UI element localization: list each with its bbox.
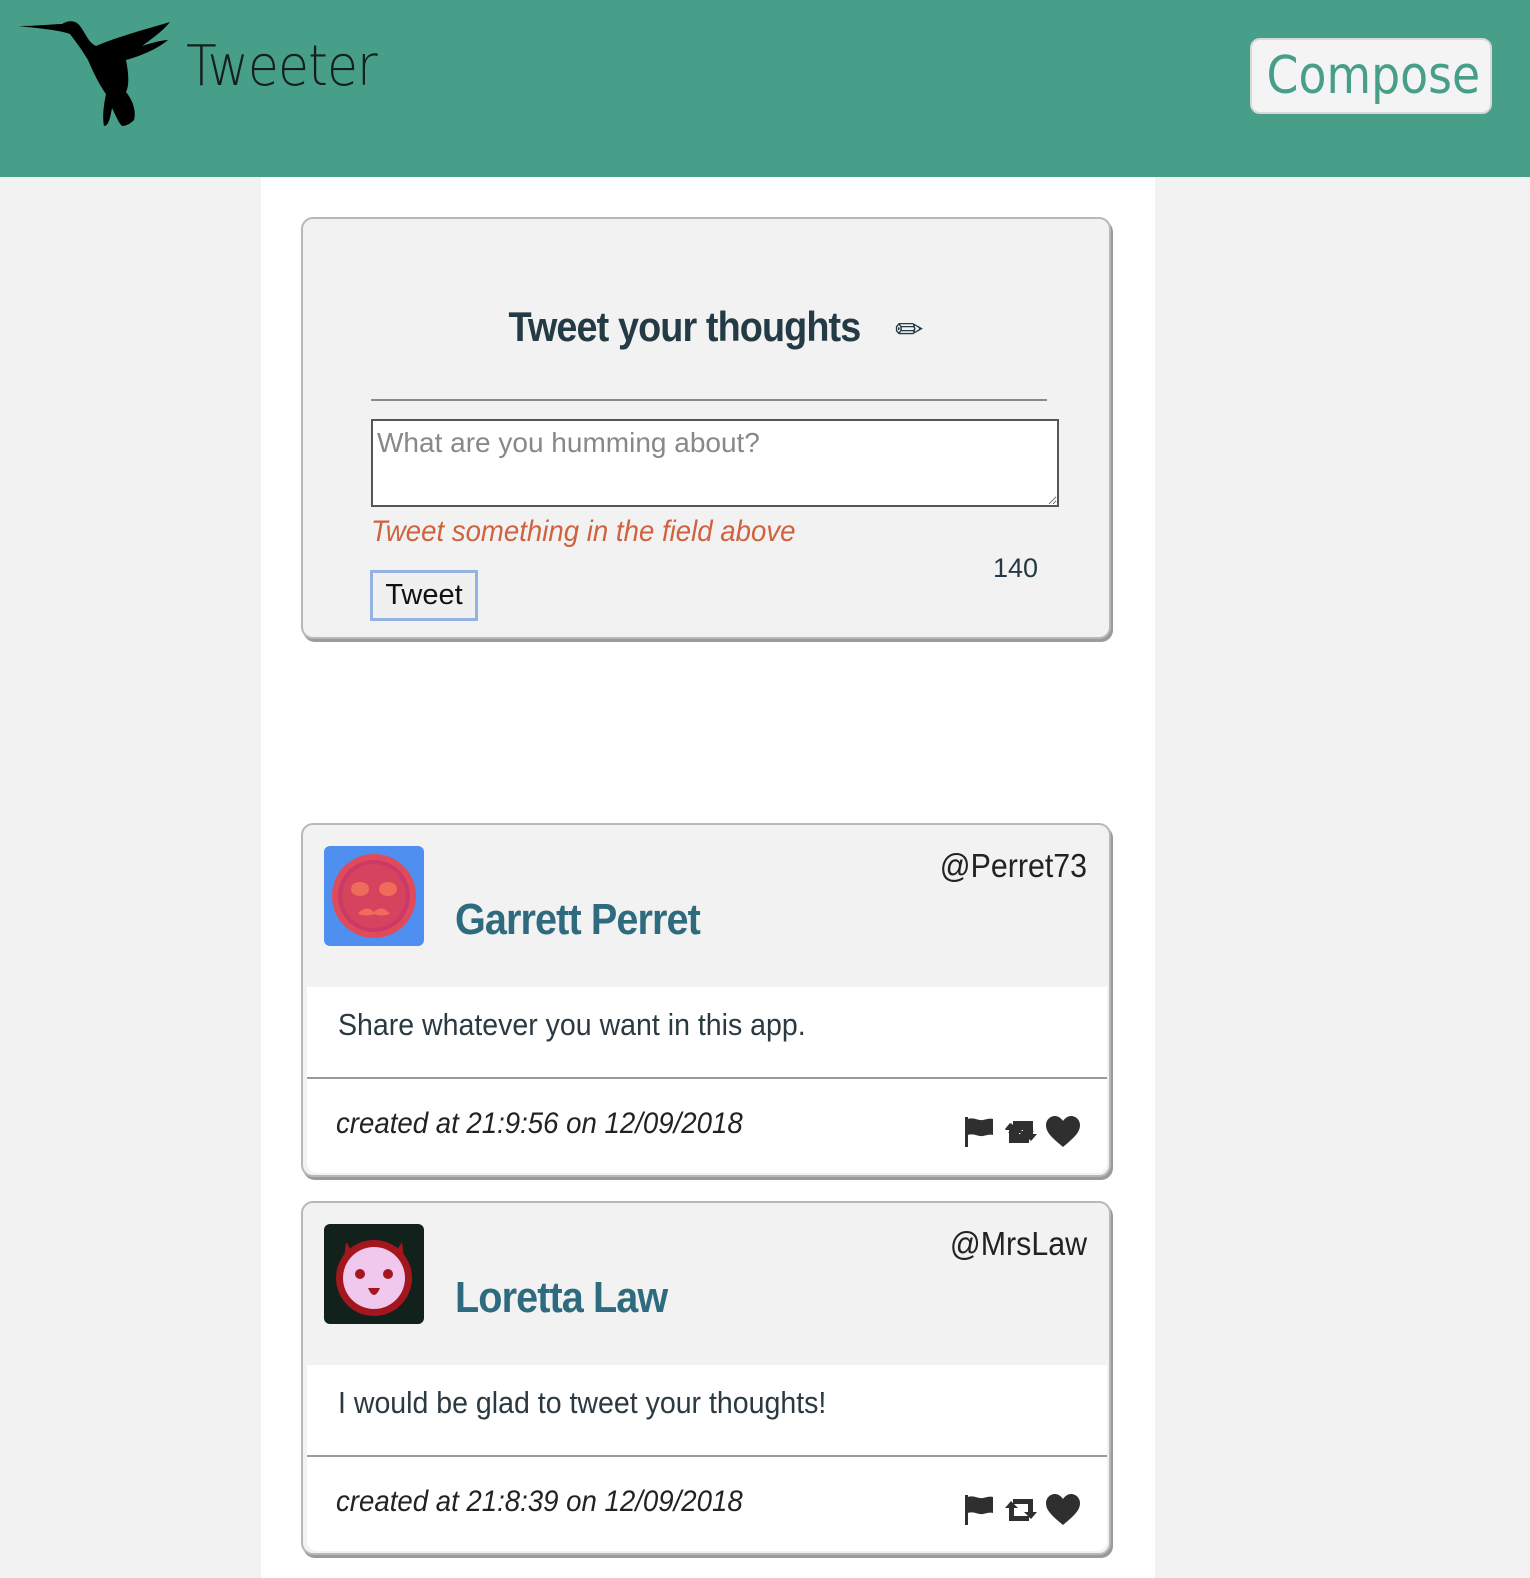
compose-button-label: Compose	[1266, 46, 1481, 106]
retweet-icon[interactable]	[1003, 1115, 1039, 1149]
tweet-header: Garrett Perret @Perret73	[303, 825, 1109, 987]
tweet-author-name: Loretta Law	[455, 1273, 668, 1322]
tweet-author-handle: @MrsLaw	[949, 1225, 1087, 1262]
avatar	[324, 846, 424, 946]
tweet-text: I would be glad to tweet your thoughts!	[338, 1385, 827, 1420]
tweet-card: Garrett Perret @Perret73 Share whatever …	[301, 823, 1111, 1177]
flag-icon[interactable]	[961, 1493, 997, 1527]
flag-icon[interactable]	[961, 1115, 997, 1149]
tweet-actions	[961, 1115, 1081, 1149]
tweet-author-name: Garrett Perret	[455, 895, 701, 944]
tweet-body: I would be glad to tweet your thoughts!	[307, 1365, 1107, 1457]
hummingbird-icon	[18, 21, 170, 126]
tweet-timestamp: created at 21:8:39 on 12/09/2018	[336, 1485, 743, 1518]
tweet-header: Loretta Law @MrsLaw	[303, 1203, 1109, 1365]
new-tweet-title-text: Tweet your thoughts	[509, 303, 862, 350]
tweet-card: Loretta Law @MrsLaw I would be glad to t…	[301, 1201, 1111, 1555]
tweet-actions	[961, 1493, 1081, 1527]
tweet-textarea[interactable]	[371, 419, 1059, 507]
new-tweet-title: Tweet your thoughts ✏	[303, 303, 1109, 351]
tweet-timestamp: created at 21:9:56 on 12/09/2018	[336, 1107, 743, 1140]
tweet-author-handle: @Perret73	[939, 847, 1087, 884]
divider	[371, 399, 1047, 401]
tweet-body: Share whatever you want in this app.	[307, 987, 1107, 1079]
main-container: Tweet your thoughts ✏ Tweet something in…	[261, 177, 1155, 1578]
heart-icon[interactable]	[1045, 1115, 1081, 1149]
error-message: Tweet something in the field above	[371, 515, 796, 548]
tweet-footer: created at 21:9:56 on 12/09/2018	[307, 1079, 1107, 1173]
heart-icon[interactable]	[1045, 1493, 1081, 1527]
top-nav-bar: Tweeter Compose	[0, 0, 1530, 177]
retweet-icon[interactable]	[1003, 1493, 1039, 1527]
char-counter: 140	[993, 553, 1039, 583]
pencil-icon: ✏	[895, 311, 923, 349]
tweet-text: Share whatever you want in this app.	[338, 1007, 806, 1042]
avatar	[324, 1224, 424, 1324]
new-tweet-form: Tweet your thoughts ✏ Tweet something in…	[301, 217, 1111, 639]
tweet-submit-button[interactable]: Tweet	[370, 570, 478, 621]
app-title: Tweeter	[186, 34, 378, 99]
compose-button[interactable]: Compose	[1250, 38, 1492, 114]
tweet-footer: created at 21:8:39 on 12/09/2018	[307, 1457, 1107, 1551]
